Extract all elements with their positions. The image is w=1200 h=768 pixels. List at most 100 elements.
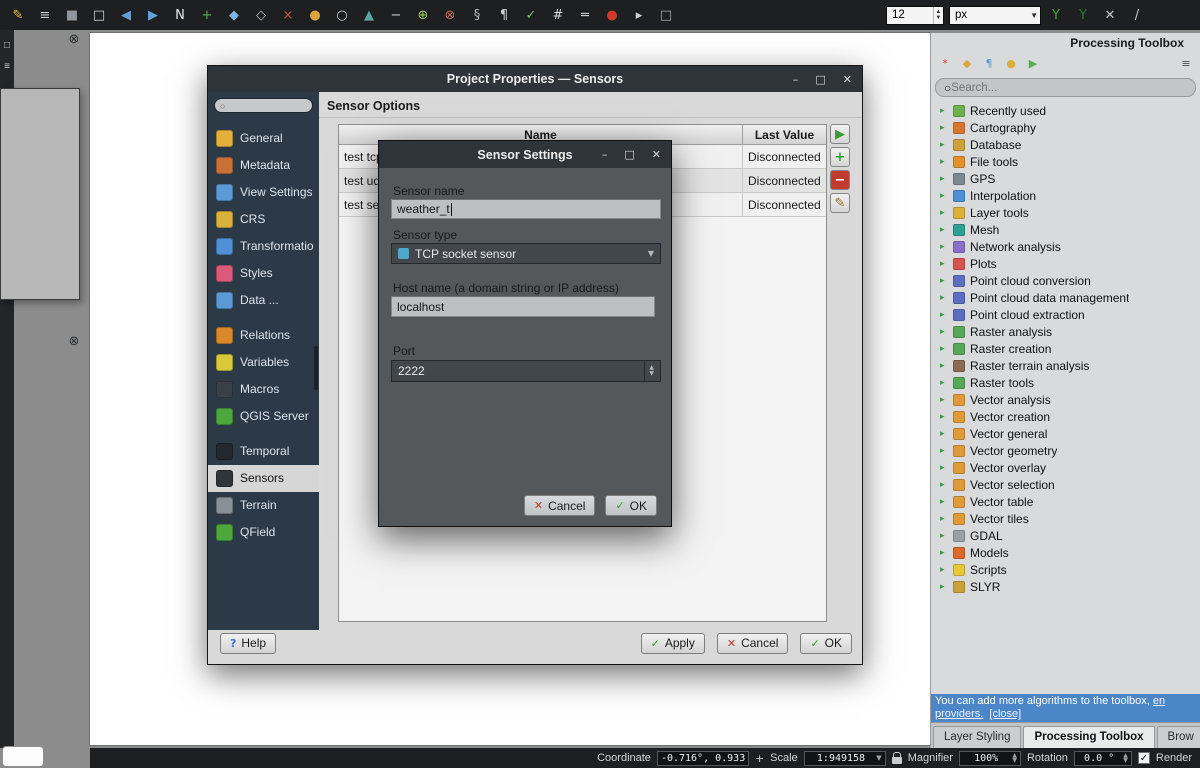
history-icon[interactable]: ● bbox=[1002, 54, 1020, 72]
minimize-icon[interactable]: – bbox=[793, 73, 799, 86]
sidebar-item[interactable]: Sensors bbox=[208, 465, 319, 492]
unit-dropdown[interactable]: ▼ bbox=[949, 6, 1041, 25]
banner-link-close[interactable]: [close] bbox=[989, 708, 1021, 720]
regular-polygon-icon[interactable]: ▲ bbox=[359, 5, 379, 25]
toolbox-tree-item[interactable]: ▸ File tools bbox=[931, 153, 1200, 170]
spin-arrows-icon[interactable]: ▲▼ bbox=[933, 7, 943, 24]
toolbox-tree-item[interactable]: ▸ Database bbox=[931, 136, 1200, 153]
undo-icon[interactable]: ◀ bbox=[116, 5, 136, 25]
toolbox-tree-item[interactable]: ▸ Network analysis bbox=[931, 238, 1200, 255]
spin-arrows-icon[interactable]: ▲▼ bbox=[1120, 753, 1128, 763]
expand-arrow-icon[interactable]: ▸ bbox=[940, 412, 948, 422]
banner-link-providers[interactable]: providers. bbox=[935, 708, 983, 720]
toolbox-tree-item[interactable]: ▸ Layer tools bbox=[931, 204, 1200, 221]
sensor-settings-titlebar[interactable]: Sensor Settings – □ ✕ bbox=[379, 141, 671, 168]
toolbox-tree-item[interactable]: ▸ Vector table bbox=[931, 493, 1200, 510]
expand-arrow-icon[interactable]: ▸ bbox=[940, 582, 948, 592]
trash-icon[interactable]: ■ bbox=[62, 5, 82, 25]
ok-button[interactable]: ✓ OK bbox=[800, 633, 852, 654]
column-header-last-value[interactable]: Last Value bbox=[743, 125, 826, 144]
project-properties-titlebar[interactable]: Project Properties — Sensors – □ ✕ bbox=[208, 66, 862, 92]
toolbox-tree-item[interactable]: ▸ Point cloud data management bbox=[931, 289, 1200, 306]
grid-icon[interactable]: # bbox=[548, 5, 568, 25]
annotation-icon[interactable]: ¶ bbox=[494, 5, 514, 25]
model-icon[interactable]: ◆ bbox=[958, 54, 976, 72]
layer-list-icon[interactable]: ≡ bbox=[35, 5, 55, 25]
expand-arrow-icon[interactable]: ▸ bbox=[940, 225, 948, 235]
pointer-icon[interactable]: ▸ bbox=[629, 5, 649, 25]
map-tab[interactable] bbox=[2, 746, 44, 767]
sidebar-item[interactable]: Styles bbox=[208, 260, 319, 287]
sidebar-search-input[interactable] bbox=[228, 100, 307, 111]
coordinate-input[interactable] bbox=[661, 753, 745, 764]
symbol-size-input[interactable] bbox=[887, 7, 933, 24]
sidebar-item[interactable]: QGIS Server bbox=[208, 403, 319, 430]
expand-arrow-icon[interactable]: ▸ bbox=[940, 259, 948, 269]
toolbox-tree-item[interactable]: ▸ Recently used bbox=[931, 102, 1200, 119]
modal-ok-button[interactable]: ✓ OK bbox=[605, 495, 657, 516]
toolbox-tree-item[interactable]: ▸ Plots bbox=[931, 255, 1200, 272]
dock-layers-icon[interactable]: ≡ bbox=[4, 61, 10, 72]
toolbox-tree-item[interactable]: ▸ Interpolation bbox=[931, 187, 1200, 204]
toggle-editing-icon[interactable]: ✎ bbox=[8, 5, 28, 25]
slash-divider-icon[interactable]: / bbox=[1127, 5, 1147, 25]
expand-arrow-icon[interactable]: ▸ bbox=[940, 157, 948, 167]
toolbox-tree-item[interactable]: ▸ Raster tools bbox=[931, 374, 1200, 391]
maximize-icon[interactable]: □ bbox=[624, 148, 634, 161]
spin-arrows-icon[interactable]: ▲▼ bbox=[1009, 753, 1017, 763]
move-feature-icon[interactable]: ◇ bbox=[251, 5, 271, 25]
help-button[interactable]: ? Help bbox=[220, 633, 276, 654]
add-sensor-button[interactable]: + bbox=[830, 147, 850, 167]
lock-scale-icon[interactable] bbox=[892, 757, 902, 764]
circle-tool-icon[interactable]: ● bbox=[305, 5, 325, 25]
selection-box-icon[interactable]: □ bbox=[656, 5, 676, 25]
results-icon[interactable]: ▶ bbox=[1024, 54, 1042, 72]
toolbox-tree-item[interactable]: ▸ Mesh bbox=[931, 221, 1200, 238]
sidebar-item[interactable]: Data ... bbox=[208, 287, 319, 314]
banner-link-enable[interactable]: en bbox=[1153, 695, 1165, 707]
expand-arrow-icon[interactable]: ▸ bbox=[940, 548, 948, 558]
stream-digitize-icon[interactable]: Y bbox=[1073, 5, 1093, 25]
unit-value-input[interactable] bbox=[950, 7, 1028, 24]
wrench-icon[interactable]: * bbox=[936, 54, 954, 72]
expand-arrow-icon[interactable]: ▸ bbox=[940, 310, 948, 320]
digitize-curve-icon[interactable]: Y bbox=[1046, 5, 1066, 25]
north-arrow-icon[interactable]: N bbox=[170, 5, 190, 25]
add-feature-icon[interactable]: + bbox=[197, 5, 217, 25]
cancel-button[interactable]: ✕ Cancel bbox=[717, 633, 789, 654]
scale-combobox[interactable]: ▼ bbox=[804, 751, 886, 766]
tab-layer-styling[interactable]: Layer Styling bbox=[933, 726, 1021, 748]
dock-browser-icon[interactable]: □ bbox=[4, 40, 10, 51]
toolbox-tree-item[interactable]: ▸ Cartography bbox=[931, 119, 1200, 136]
add-ring-icon[interactable]: ⊕ bbox=[413, 5, 433, 25]
sensor-type-dropdown[interactable]: TCP socket sensor ▼ bbox=[391, 243, 661, 264]
remove-sensor-button[interactable]: − bbox=[830, 170, 850, 190]
toolbox-tree-item[interactable]: ▸ Vector general bbox=[931, 425, 1200, 442]
toolbox-tree-item[interactable]: ▸ Vector tiles bbox=[931, 510, 1200, 527]
sidebar-search-box[interactable]: ○ bbox=[214, 98, 313, 113]
sidebar-scrollbar[interactable] bbox=[314, 346, 318, 390]
expand-arrow-icon[interactable]: ▸ bbox=[940, 242, 948, 252]
expand-arrow-icon[interactable]: ▸ bbox=[940, 463, 948, 473]
toolbox-search-box[interactable]: ○ bbox=[935, 78, 1196, 97]
rotation-spinbox[interactable]: ▲▼ bbox=[1074, 751, 1132, 766]
expand-arrow-icon[interactable]: ▸ bbox=[940, 395, 948, 405]
symbol-size-spinbox[interactable]: ▲▼ bbox=[886, 6, 944, 25]
minimize-icon[interactable]: – bbox=[602, 148, 608, 161]
toolbox-tree-item[interactable]: ▸ GPS bbox=[931, 170, 1200, 187]
sidebar-item[interactable]: Transformatio bbox=[208, 233, 319, 260]
connect-sensor-button[interactable]: ▶ bbox=[830, 124, 850, 144]
toolbox-tree-item[interactable]: ▸ Point cloud conversion bbox=[931, 272, 1200, 289]
toolbox-tree-item[interactable]: ▸ Vector selection bbox=[931, 476, 1200, 493]
apply-button[interactable]: ✓ Apply bbox=[641, 633, 705, 654]
expand-arrow-icon[interactable]: ▸ bbox=[940, 565, 948, 575]
close-icon[interactable]: ✕ bbox=[652, 148, 661, 161]
sidebar-item[interactable]: Macros bbox=[208, 376, 319, 403]
reshape-icon[interactable]: § bbox=[467, 5, 487, 25]
panel-close-icon[interactable]: ⊗ bbox=[66, 31, 82, 47]
expand-arrow-icon[interactable]: ▸ bbox=[940, 480, 948, 490]
port-spinbox[interactable]: 2222 ▲▼ bbox=[391, 360, 661, 382]
sidebar-item[interactable]: Metadata bbox=[208, 152, 319, 179]
coordinate-field[interactable] bbox=[657, 751, 749, 766]
toolbox-tree-item[interactable]: ▸ Models bbox=[931, 544, 1200, 561]
